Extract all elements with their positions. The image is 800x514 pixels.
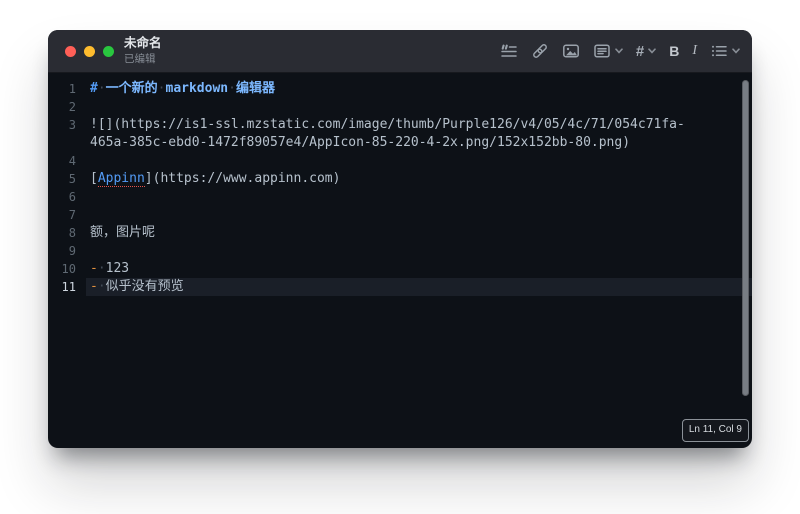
editor-line[interactable]: 465a-385c-ebd0-1472f89057e4/AppIcon-85-2… (48, 134, 752, 152)
line-number: 4 (68, 154, 76, 168)
editor-area[interactable]: 1 #·一个新的·markdown·编辑器 2 3 ![](https://is1-ss… (48, 72, 752, 448)
line-code: 额，图片呢 (90, 225, 156, 240)
editor-line[interactable]: 9 (48, 242, 752, 260)
cursor-position-badge: Ln 11, Col 9 (681, 419, 749, 442)
chevron-down-icon (732, 48, 740, 54)
link-icon (532, 44, 547, 58)
image-icon (562, 44, 579, 58)
line-number: 3 (68, 118, 76, 132)
line-number: 8 (68, 226, 76, 240)
bold-button[interactable]: B (669, 43, 679, 59)
chevron-down-icon (615, 48, 623, 54)
line-number: 1 (68, 82, 76, 96)
document-title: 未命名 (124, 36, 162, 50)
line-number: 10 (61, 262, 76, 276)
editor-line[interactable]: 8 额，图片呢 (48, 224, 752, 242)
bullet-list-icon (712, 45, 727, 57)
vertical-scrollbar-thumb[interactable] (742, 80, 749, 396)
line-number: 11 (61, 280, 76, 294)
editor-line[interactable]: 7 (48, 206, 752, 224)
line-code: -·123 (90, 261, 130, 276)
blockquote-button[interactable] (500, 42, 518, 60)
title-block: 未命名 已编辑 (124, 36, 162, 66)
editor-line[interactable]: 5 [Appinn](https://www.appinn.com) (48, 170, 752, 188)
editor-lines: 1 #·一个新的·markdown·编辑器 2 3 ![](https://is1-ss… (48, 80, 752, 296)
line-number: 5 (68, 172, 76, 186)
image-button[interactable] (562, 42, 580, 60)
document-edited-status: 已编辑 (124, 52, 156, 65)
zoom-button[interactable] (103, 46, 114, 57)
bullet-list-button[interactable] (710, 42, 740, 60)
line-code: ![](https://is1-ssl.mzstatic.com/image/t… (90, 117, 685, 132)
close-button[interactable] (65, 46, 76, 57)
heading-button[interactable]: # (635, 42, 657, 60)
line-number (48, 134, 76, 152)
insert-panel-button[interactable] (593, 42, 623, 60)
line-number: 2 (68, 100, 76, 114)
line-code: -·似乎没有预览 (90, 279, 184, 294)
editor-line[interactable]: 10 -·123 (48, 260, 752, 278)
minimize-button[interactable] (84, 46, 95, 57)
heading-icon: # (635, 42, 645, 60)
line-number: 6 (68, 190, 76, 204)
editor-line[interactable]: 11 -·似乎没有预览 (48, 278, 752, 296)
line-number: 7 (68, 208, 76, 222)
line-number: 9 (68, 244, 76, 258)
editor-line[interactable]: 2 (48, 98, 752, 116)
line-code: #·一个新的·markdown·编辑器 (90, 81, 275, 96)
chevron-down-icon (648, 48, 657, 54)
markdown-editor-window: 未命名 已编辑 # B I 1 #·一个新的·markdown·编辑器 2 3 … (48, 30, 752, 448)
italic-button[interactable]: I (692, 43, 697, 59)
line-code: [Appinn](https://www.appinn.com) (90, 171, 341, 187)
bold-icon: B (669, 43, 680, 59)
editor-line[interactable]: 1 #·一个新的·markdown·编辑器 (48, 80, 752, 98)
toolbar: # B I (500, 30, 740, 72)
editor-line[interactable]: 4 (48, 152, 752, 170)
blockquote-icon (501, 44, 517, 57)
titlebar[interactable]: 未命名 已编辑 # B I (48, 30, 752, 73)
traffic-lights (65, 46, 114, 57)
line-code: 465a-385c-ebd0-1472f89057e4/AppIcon-85-2… (90, 135, 631, 150)
panel-list-icon (594, 44, 610, 58)
italic-icon: I (692, 43, 697, 58)
editor-line[interactable]: 6 (48, 188, 752, 206)
editor-line[interactable]: 3 ![](https://is1-ssl.mzstatic.com/image/… (48, 116, 752, 134)
link-button[interactable] (531, 42, 549, 60)
